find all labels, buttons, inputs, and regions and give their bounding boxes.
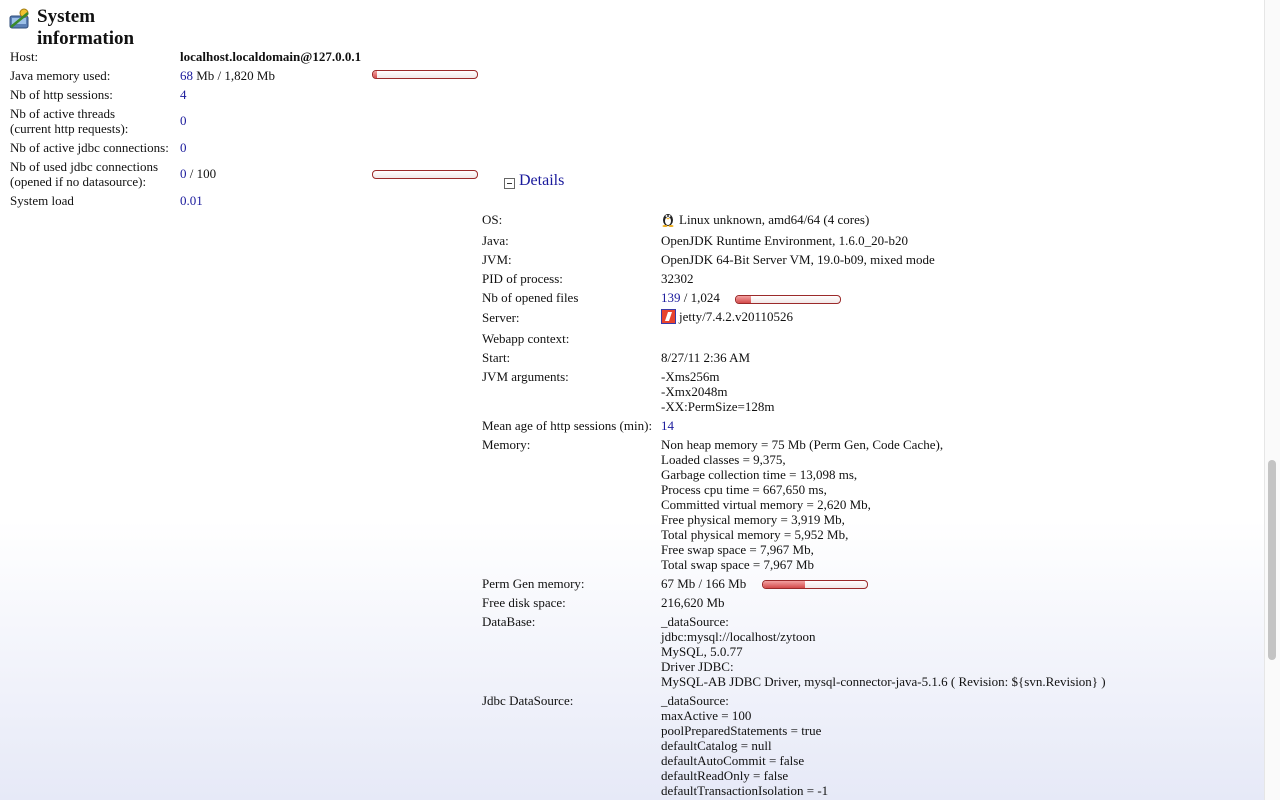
memory-label: Memory: <box>482 437 531 452</box>
java-value: OpenJDK Runtime Environment, 1.6.0_20-b2… <box>661 233 908 248</box>
perm-gen-label: Perm Gen memory: <box>482 576 585 591</box>
free-disk-label: Free disk space: <box>482 595 566 610</box>
jvm-argument-line: -Xmx2048m <box>661 384 728 399</box>
jetty-icon <box>661 309 676 324</box>
java-memory-bar <box>372 70 478 79</box>
memory-line: Total swap space = 7,967 Mb <box>661 557 815 572</box>
datasource-line: poolPreparedStatements = true <box>661 723 822 738</box>
jvm-argument-line: -Xms256m <box>661 369 720 384</box>
perm-gen-bar-fill <box>763 581 805 588</box>
database-line: MySQL-AB JDBC Driver, mysql-connector-ja… <box>661 674 1106 689</box>
http-sessions-label: Nb of http sessions: <box>10 87 113 102</box>
datasource-line: defaultAutoCommit = false <box>661 753 805 768</box>
jvm-label: JVM: <box>482 252 512 267</box>
jdbc-active-label: Nb of active jdbc connections: <box>10 140 169 155</box>
memory-line: Total physical memory = 5,952 Mb, <box>661 527 849 542</box>
jdbc-used-bar <box>372 170 478 179</box>
webapp-context-label: Webapp context: <box>482 331 570 346</box>
opened-files-bar-fill <box>736 296 751 303</box>
datasource-line: defaultCatalog = null <box>661 738 772 753</box>
free-disk-value: 216,620 Mb <box>661 595 725 610</box>
datasource-line: _dataSource: <box>661 693 729 708</box>
active-threads-label: Nb of active threads (current http reques… <box>10 106 129 136</box>
server-label: Server: <box>482 310 520 325</box>
os-label: OS: <box>482 212 503 227</box>
jvm-argument-line: -XX:PermSize=128m <box>661 399 775 414</box>
host-label: Host: <box>10 49 39 64</box>
jdbc-active-link[interactable]: 0 <box>180 140 187 155</box>
jdbc-used-value: 0 / 100 <box>180 166 217 181</box>
system-info-icon <box>9 8 29 29</box>
datasource-line: maxActive = 100 <box>661 708 752 723</box>
memory-line: Committed virtual memory = 2,620 Mb, <box>661 497 871 512</box>
java-memory-link[interactable]: 68 <box>180 68 193 83</box>
memory-line: Free swap space = 7,967 Mb, <box>661 542 814 557</box>
linux-icon <box>662 214 674 227</box>
memory-line: Garbage collection time = 13,098 ms, <box>661 467 858 482</box>
mean-age-label: Mean age of http sessions (min): <box>482 418 653 433</box>
jdbc-datasource-value: _dataSource: maxActive = 100 poolPrepare… <box>661 693 828 798</box>
active-threads-link[interactable]: 0 <box>180 113 187 128</box>
database-line: MySQL, 5.0.77 <box>661 644 743 659</box>
memory-line: Free physical memory = 3,919 Mb, <box>661 512 845 527</box>
start-label: Start: <box>482 350 511 365</box>
datasource-line: defaultReadOnly = false <box>661 768 789 783</box>
datasource-line: defaultTransactionIsolation = -1 <box>661 783 829 798</box>
java-memory-bar-fill <box>373 71 378 78</box>
system-load-link[interactable]: 0.01 <box>180 193 203 208</box>
database-line: _dataSource: <box>661 614 729 629</box>
pid-label: PID of process: <box>482 271 563 286</box>
jvm-arguments-value: -Xms256m -Xmx2048m -XX:PermSize=128m <box>661 369 774 414</box>
memory-line: Loaded classes = 9,375, <box>661 452 786 467</box>
memory-value: Non heap memory = 75 Mb (Perm Gen, Code … <box>661 437 943 572</box>
system-load-label: System load <box>10 193 74 208</box>
scrollbar-thumb[interactable] <box>1268 460 1276 660</box>
perm-gen-bar <box>762 580 868 589</box>
database-label: DataBase: <box>482 614 536 629</box>
details-collapse-toggle[interactable] <box>504 178 515 189</box>
perm-gen-value: 67 Mb / 166 Mb <box>661 576 747 591</box>
jvm-arguments-label: JVM arguments: <box>482 369 569 384</box>
java-memory-value: 68 Mb / 1,820 Mb <box>180 68 275 83</box>
memory-line: Non heap memory = 75 Mb (Perm Gen, Code … <box>661 437 944 452</box>
page-title: System information <box>37 6 135 49</box>
http-sessions-link[interactable]: 4 <box>180 87 187 102</box>
opened-files-link[interactable]: 139 <box>661 290 681 305</box>
mean-age-link[interactable]: 14 <box>661 418 674 433</box>
server-value: jetty/7.4.2.v20110526 <box>661 309 793 324</box>
opened-files-bar <box>735 295 841 304</box>
details-link[interactable]: Details <box>519 172 564 190</box>
opened-files-value: 139 / 1,024 <box>661 290 720 305</box>
vertical-scrollbar[interactable] <box>1264 0 1280 800</box>
os-value: Linux unknown, amd64/64 (4 cores) <box>661 211 869 227</box>
java-label: Java: <box>482 233 509 248</box>
start-value: 8/27/11 2:36 AM <box>661 350 751 365</box>
jvm-value: OpenJDK 64-Bit Server VM, 19.0-b09, mixe… <box>661 252 935 267</box>
host-value: localhost.localdomain@127.0.0.1 <box>180 49 362 64</box>
jdbc-datasource-label: Jdbc DataSource: <box>482 693 574 708</box>
pid-value: 32302 <box>661 271 694 286</box>
java-memory-label: Java memory used: <box>10 68 111 83</box>
database-value: _dataSource: jdbc:mysql://localhost/zyto… <box>661 614 1106 689</box>
jdbc-used-label: Nb of used jdbc connections (opened if no… <box>10 159 159 189</box>
opened-files-label: Nb of opened files <box>482 290 579 305</box>
memory-line: Process cpu time = 667,650 ms, <box>661 482 827 497</box>
database-line: Driver JDBC: <box>661 659 734 674</box>
database-line: jdbc:mysql://localhost/zytoon <box>661 629 816 644</box>
